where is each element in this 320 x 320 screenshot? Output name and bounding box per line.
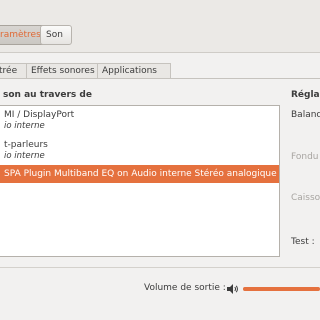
device-subtitle: io interne [4,121,45,131]
crumb-son-label: Son [46,30,63,40]
output-volume-label: Volume de sortie : [144,283,226,293]
breadcrumb-toolbar: ramètres Son [0,0,320,53]
subwoofer-label: Caisso [291,193,320,203]
output-device-list[interactable]: MI / DisplayPort io interne t-parleurs i… [0,105,280,257]
sound-tabs: trée Effets sonores Applications [0,63,320,79]
tab-effets-sonores-label: Effets sonores [31,66,95,76]
fade-label: Fondu [291,152,319,162]
device-name: t-parleurs [4,140,48,150]
test-label: Test : [291,237,315,247]
balance-label: Balanc [291,110,320,120]
list-item[interactable]: MI / DisplayPort io interne [0,110,279,131]
volume-level-fill [243,287,320,291]
crumb-parametres-label: ramètres [0,30,41,40]
speaker-volume-icon[interactable] [227,284,239,294]
device-subtitle: io interne [4,151,45,161]
tab-effets-sonores[interactable]: Effets sonores [26,63,104,78]
tab-entree-label: trée [0,66,18,76]
device-name: SPA Plugin Multiband EQ on Audio interne… [4,169,277,179]
settings-heading: Régla [291,90,320,100]
output-volume-slider[interactable] [243,287,320,291]
output-device-heading: son au travers de [3,90,92,100]
device-name: MI / DisplayPort [4,110,75,120]
list-item[interactable]: t-parleurs io interne [0,140,279,161]
sound-settings-window: ramètres Son trée Effets sonores Applica… [0,0,320,320]
tab-panel-border [0,78,320,79]
tab-applications[interactable]: Applications [97,63,171,78]
tab-applications-label: Applications [102,66,157,76]
list-item-selected[interactable]: SPA Plugin Multiband EQ on Audio interne… [0,165,279,183]
crumb-son-button[interactable]: Son [40,25,72,45]
divider [0,267,320,268]
